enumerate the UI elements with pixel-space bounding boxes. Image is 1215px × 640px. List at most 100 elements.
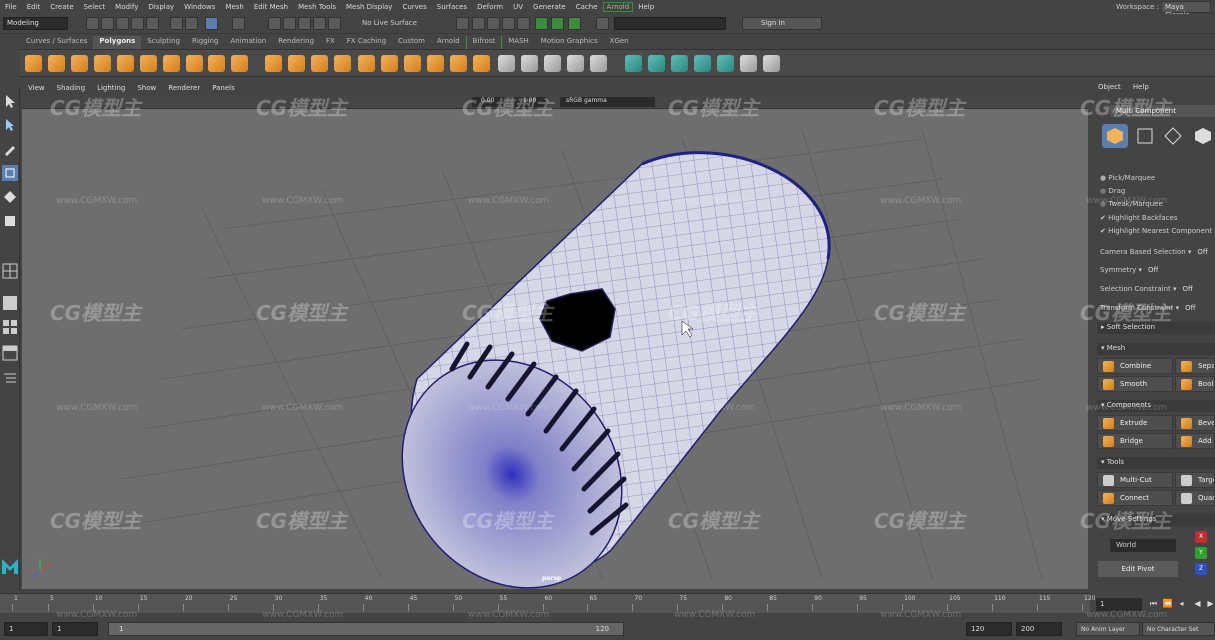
shelf-tab-polygons[interactable]: Polygons bbox=[93, 36, 142, 49]
play-backwards-icon[interactable]: ◀ bbox=[1192, 598, 1203, 609]
viewport-menu-renderer[interactable]: Renderer bbox=[162, 84, 206, 95]
quad-draw-icon[interactable] bbox=[590, 55, 607, 72]
viewport-menu-show[interactable]: Show bbox=[131, 84, 162, 95]
soft-selection-section[interactable]: ▸ Soft Selection bbox=[1097, 322, 1215, 334]
color-space-select[interactable]: sRGB gamma bbox=[560, 97, 655, 107]
components-section-header[interactable]: ▾ Components bbox=[1097, 400, 1215, 412]
sign-in-button[interactable]: Sign In bbox=[742, 17, 822, 30]
go-to-start-icon[interactable]: ⏮ bbox=[1148, 598, 1159, 609]
single-perspective-layout-icon[interactable] bbox=[2, 263, 18, 279]
viewport-menu-shading[interactable]: Shading bbox=[51, 84, 91, 95]
boolean-icon[interactable] bbox=[358, 55, 375, 72]
ipr-render-icon[interactable] bbox=[502, 17, 515, 30]
menu-create[interactable]: Create bbox=[45, 3, 78, 11]
gamma-field[interactable]: 1.00 bbox=[514, 97, 546, 107]
edge-mode-icon[interactable] bbox=[1160, 124, 1186, 148]
menu-mesh[interactable]: Mesh bbox=[220, 3, 248, 11]
z-axis-button[interactable]: Z bbox=[1195, 563, 1207, 575]
shelf-tab-fx[interactable]: FX bbox=[320, 36, 341, 49]
viewport-menu-lighting[interactable]: Lighting bbox=[91, 84, 131, 95]
exposure-field[interactable]: 0.00 bbox=[472, 97, 504, 107]
insert-edge-loop-icon[interactable] bbox=[544, 55, 561, 72]
play-forwards-icon[interactable]: ▶ bbox=[1205, 598, 1215, 609]
merge-icon[interactable] bbox=[498, 55, 515, 72]
search-input[interactable] bbox=[614, 17, 726, 30]
target-weld-icon[interactable] bbox=[567, 55, 584, 72]
pick-marquee-option[interactable]: ● Pick/Marquee bbox=[1100, 174, 1155, 182]
snap-point-icon[interactable] bbox=[298, 17, 311, 30]
select-by-object-icon[interactable] bbox=[185, 17, 198, 30]
perspective-viewport[interactable]: persp bbox=[22, 109, 1088, 589]
shelf-tab-rendering[interactable]: Rendering bbox=[272, 36, 320, 49]
extrude-icon[interactable] bbox=[427, 55, 444, 72]
perspective-outliner-icon[interactable] bbox=[2, 319, 18, 335]
symmetry-row[interactable]: Symmetry ▾ Off bbox=[1100, 266, 1158, 274]
bridge-button[interactable]: Bridge bbox=[1097, 433, 1173, 449]
menu-generate[interactable]: Generate bbox=[528, 3, 571, 11]
open-scene-icon[interactable] bbox=[101, 17, 114, 30]
move-tool-icon[interactable] bbox=[2, 165, 18, 181]
selection-constraint-row[interactable]: Selection Constraint ▾ Off bbox=[1100, 285, 1193, 293]
anim-layer-select[interactable]: No Anim Layer bbox=[1076, 622, 1140, 636]
move-space-select[interactable]: World bbox=[1110, 539, 1176, 552]
add-divisions-button[interactable]: Add Divisions bbox=[1175, 433, 1215, 449]
svg-tool-icon[interactable] bbox=[231, 55, 248, 72]
render-settings-icon[interactable] bbox=[517, 17, 530, 30]
poly-cone-icon[interactable] bbox=[94, 55, 111, 72]
quad-draw-button[interactable]: Quad Draw bbox=[1175, 490, 1215, 506]
live-surface-field[interactable]: No Live Surface bbox=[344, 17, 424, 30]
vertex-mode-icon[interactable] bbox=[1132, 124, 1158, 148]
render-icon[interactable] bbox=[487, 17, 500, 30]
bevel-icon[interactable] bbox=[473, 55, 490, 72]
y-axis-button[interactable]: Y bbox=[1195, 547, 1207, 559]
mode-select[interactable]: Modeling bbox=[3, 17, 68, 30]
playback-start-field[interactable]: 1 bbox=[52, 622, 98, 636]
shelf-tab-xgen[interactable]: XGen bbox=[604, 36, 635, 49]
scale-tool-icon[interactable] bbox=[2, 213, 18, 229]
animation-start-field[interactable]: 1 bbox=[4, 622, 48, 636]
poly-cylinder-icon[interactable] bbox=[71, 55, 88, 72]
redo-icon[interactable] bbox=[146, 17, 159, 30]
outliner-icon[interactable] bbox=[2, 371, 18, 387]
hypershade-icon[interactable] bbox=[535, 17, 548, 30]
transform-constraint-row[interactable]: Transform Constraint ▾ Off bbox=[1100, 304, 1195, 312]
highlight-nearest-checkbox[interactable]: ✔ Highlight Nearest Component bbox=[1100, 227, 1212, 235]
menu-edit[interactable]: Edit bbox=[22, 3, 46, 11]
history-icon[interactable] bbox=[456, 17, 469, 30]
mesh-section-header[interactable]: ▾ Mesh bbox=[1097, 343, 1215, 355]
shelf-tab-sculpting[interactable]: Sculpting bbox=[141, 36, 186, 49]
menu-file[interactable]: File bbox=[0, 3, 22, 11]
combine-button[interactable]: Combine bbox=[1097, 358, 1173, 374]
spherical-map-icon[interactable] bbox=[694, 55, 711, 72]
workspace-select[interactable]: Maya Classic bbox=[1161, 1, 1211, 19]
move-settings-section-header[interactable]: ▾ Move Settings bbox=[1097, 514, 1215, 526]
edit-pivot-button[interactable]: Edit Pivot bbox=[1098, 561, 1178, 577]
menu-edit-mesh[interactable]: Edit Mesh bbox=[249, 3, 293, 11]
arnold-rv-icon[interactable] bbox=[568, 17, 581, 30]
menu-mesh-tools[interactable]: Mesh Tools bbox=[293, 3, 341, 11]
automatic-map-icon[interactable] bbox=[717, 55, 734, 72]
drag-option[interactable]: ● Drag bbox=[1100, 187, 1125, 195]
face-mode-icon[interactable] bbox=[1190, 124, 1215, 148]
menu-modify[interactable]: Modify bbox=[110, 3, 143, 11]
poly-torus-icon[interactable] bbox=[140, 55, 157, 72]
snap-surface-icon[interactable] bbox=[328, 17, 341, 30]
poly-cube-icon[interactable] bbox=[48, 55, 65, 72]
poly-sphere-icon[interactable] bbox=[25, 55, 42, 72]
x-axis-button[interactable]: X bbox=[1195, 531, 1207, 543]
mirror-icon[interactable] bbox=[404, 55, 421, 72]
playback-end-field[interactable]: 120 bbox=[966, 622, 1012, 636]
perspective-graph-icon[interactable] bbox=[2, 345, 18, 361]
poly-text-icon[interactable] bbox=[208, 55, 225, 72]
smooth-icon[interactable] bbox=[334, 55, 351, 72]
cylindrical-map-icon[interactable] bbox=[671, 55, 688, 72]
viewport-menu-panels[interactable]: Panels bbox=[206, 84, 241, 95]
menu-help[interactable]: Help bbox=[633, 3, 659, 11]
bridge-icon[interactable] bbox=[450, 55, 467, 72]
poly-plane-icon[interactable] bbox=[117, 55, 134, 72]
current-frame-field[interactable]: 1 bbox=[1096, 598, 1142, 611]
menu-deform[interactable]: Deform bbox=[472, 3, 508, 11]
four-view-layout-icon[interactable] bbox=[2, 295, 18, 311]
object-mode-icon[interactable] bbox=[1102, 124, 1128, 148]
highlight-backfaces-checkbox[interactable]: ✔ Highlight Backfaces bbox=[1100, 214, 1177, 222]
